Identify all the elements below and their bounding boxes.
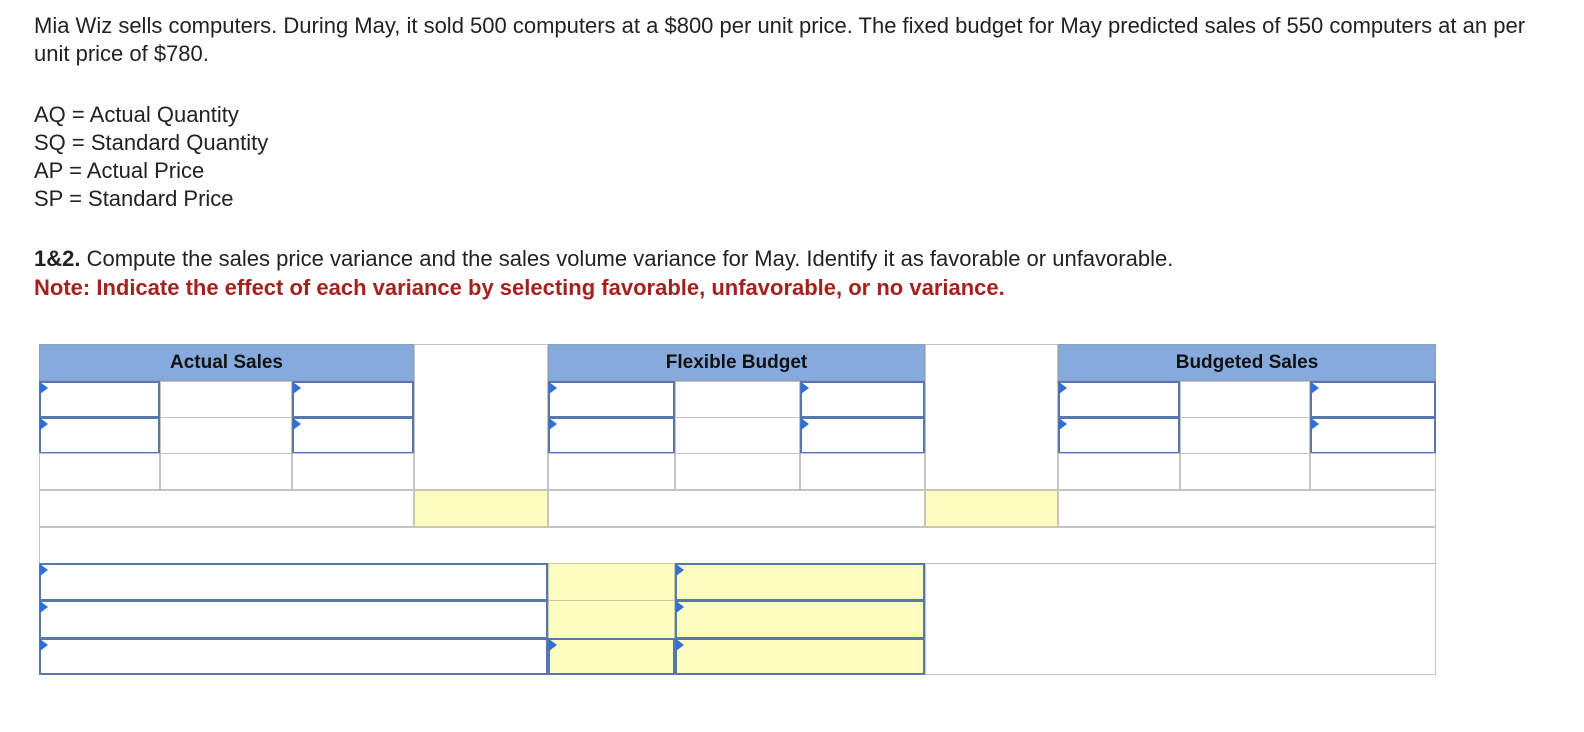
budgeted-label-dropdown-2[interactable] bbox=[1310, 381, 1436, 418]
definitions-list: AQ = Actual Quantity SQ = Standard Quant… bbox=[34, 101, 268, 213]
summary-empty-area bbox=[925, 563, 1436, 675]
definition-sq: SQ = Standard Quantity bbox=[34, 130, 269, 155]
spacer-right bbox=[925, 344, 1058, 490]
flexible-price-input[interactable] bbox=[800, 417, 925, 454]
actual-empty-2 bbox=[292, 453, 414, 490]
summary-amount-2[interactable] bbox=[548, 600, 675, 639]
flexible-label-dropdown-1[interactable] bbox=[548, 381, 675, 418]
flexible-operator-2[interactable] bbox=[675, 417, 800, 454]
spacer-row bbox=[39, 527, 1436, 564]
actual-label-dropdown-1[interactable] bbox=[39, 381, 160, 418]
header-flexible-budget: Flexible Budget bbox=[548, 344, 925, 381]
budgeted-empty-2 bbox=[1310, 453, 1436, 490]
budgeted-total-input[interactable] bbox=[1180, 453, 1310, 490]
actual-quantity-input[interactable] bbox=[39, 417, 160, 454]
header-actual-sales: Actual Sales bbox=[39, 344, 414, 381]
budgeted-label-dropdown-1[interactable] bbox=[1058, 381, 1180, 418]
summary-label-dropdown-1[interactable] bbox=[39, 563, 548, 601]
note-text: Note: Indicate the effect of each varian… bbox=[34, 275, 1005, 300]
price-variance-amount[interactable] bbox=[414, 490, 548, 527]
budgeted-quantity-input[interactable] bbox=[1058, 417, 1180, 454]
summary-label-dropdown-2[interactable] bbox=[39, 600, 548, 639]
actual-price-input[interactable] bbox=[292, 417, 414, 454]
actual-sales-total[interactable] bbox=[39, 490, 414, 527]
budgeted-operator-1[interactable] bbox=[1180, 381, 1310, 418]
definition-sp: SP = Standard Price bbox=[34, 186, 234, 211]
budgeted-empty-1 bbox=[1058, 453, 1180, 490]
budgeted-price-input[interactable] bbox=[1310, 417, 1436, 454]
summary-amount-3[interactable] bbox=[548, 638, 675, 675]
flexible-quantity-input[interactable] bbox=[548, 417, 675, 454]
flexible-label-dropdown-2[interactable] bbox=[800, 381, 925, 418]
summary-label-dropdown-3[interactable] bbox=[39, 638, 548, 675]
actual-operator-1[interactable] bbox=[160, 381, 292, 418]
summary-effect-dropdown-1[interactable] bbox=[675, 563, 925, 601]
problem-intro: Mia Wiz sells computers. During May, it … bbox=[34, 13, 1526, 66]
summary-effect-dropdown-3[interactable] bbox=[675, 638, 925, 675]
summary-effect-dropdown-2[interactable] bbox=[675, 600, 925, 639]
definition-ap: AP = Actual Price bbox=[34, 158, 205, 183]
flexible-budget-total[interactable] bbox=[548, 490, 925, 527]
flexible-empty-1 bbox=[548, 453, 675, 490]
flexible-total-input[interactable] bbox=[675, 453, 800, 490]
spacer-left bbox=[414, 344, 548, 490]
volume-variance-amount[interactable] bbox=[925, 490, 1058, 527]
summary-amount-1[interactable] bbox=[548, 563, 675, 601]
flexible-operator-1[interactable] bbox=[675, 381, 800, 418]
actual-operator-2[interactable] bbox=[160, 417, 292, 454]
actual-empty-1 bbox=[39, 453, 160, 490]
budgeted-operator-2[interactable] bbox=[1180, 417, 1310, 454]
header-budgeted-sales: Budgeted Sales bbox=[1058, 344, 1436, 381]
flexible-empty-2 bbox=[800, 453, 925, 490]
definition-aq: AQ = Actual Quantity bbox=[34, 102, 239, 127]
question: 1&2. Compute the sales price variance an… bbox=[34, 244, 1173, 302]
actual-total-input[interactable] bbox=[160, 453, 292, 490]
question-text: Compute the sales price variance and the… bbox=[80, 246, 1174, 271]
question-number: 1&2. bbox=[34, 246, 81, 271]
actual-label-dropdown-2[interactable] bbox=[292, 381, 414, 418]
budgeted-sales-total[interactable] bbox=[1058, 490, 1436, 527]
